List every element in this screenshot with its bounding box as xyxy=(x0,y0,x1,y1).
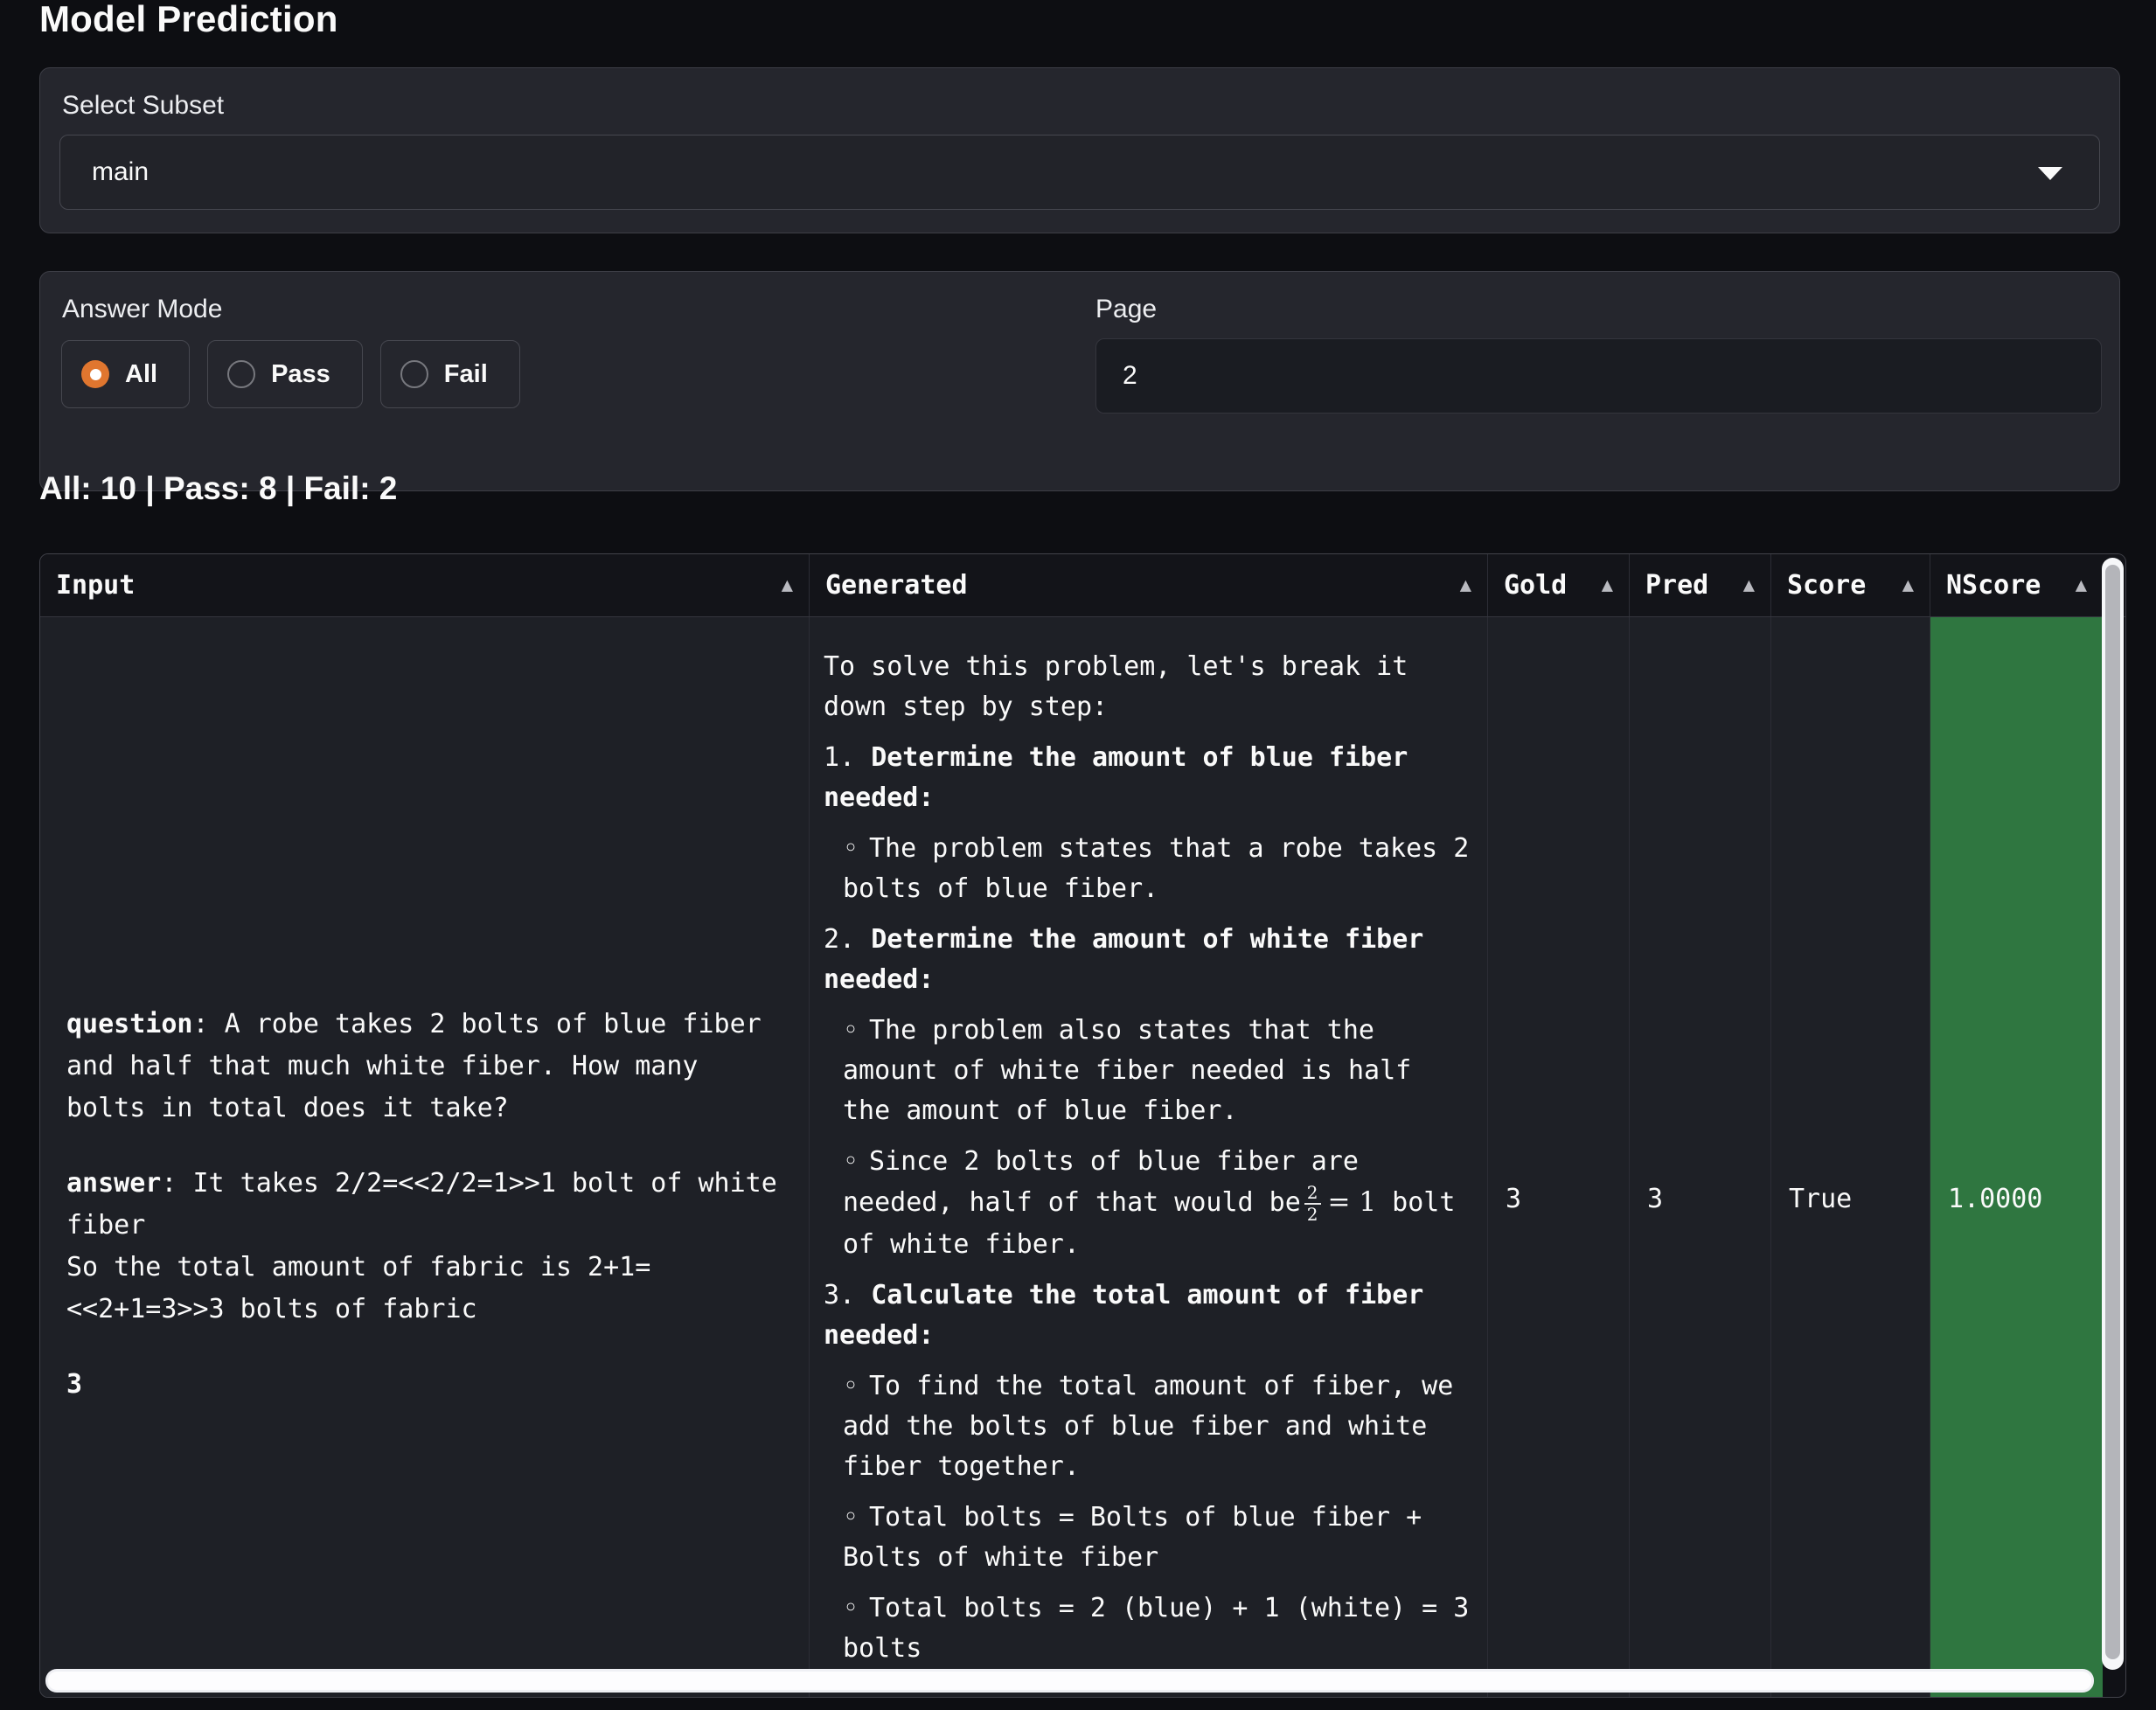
bullet-text: Since 2 bolts of blue fiber are needed, … xyxy=(843,1146,1359,1218)
column-header-gold-label: Gold xyxy=(1504,570,1567,601)
subset-panel: Select Subset main xyxy=(39,67,2120,233)
radio-pass-label: Pass xyxy=(271,360,330,389)
generated-step-1: 1. Determine the amount of blue fiber ne… xyxy=(824,738,1473,818)
table-header-row: Input ▲ Generated ▲ Gold ▲ Pred ▲ Score … xyxy=(40,554,2126,617)
math-fraction: 22= 1 xyxy=(1301,1187,1376,1218)
column-header-score-label: Score xyxy=(1787,570,1866,601)
fraction-numerator: 2 xyxy=(1304,1183,1321,1203)
sort-asc-icon: ▲ xyxy=(1602,574,1613,596)
gold-value: 3 xyxy=(1506,1184,1521,1214)
subset-select[interactable]: main xyxy=(59,135,2100,210)
sort-asc-icon: ▲ xyxy=(782,574,793,596)
radio-pass-circle xyxy=(227,360,255,388)
sort-asc-icon: ▲ xyxy=(1902,574,1914,596)
answer-line1: : It takes 2/2=<<2/2=1>>1 bolt of white … xyxy=(66,1168,777,1241)
chevron-down-icon xyxy=(2038,167,2062,180)
subset-label: Select Subset xyxy=(62,91,224,121)
page-input[interactable] xyxy=(1095,338,2102,414)
answer-mode-radio-group: All Pass Fail xyxy=(61,340,520,408)
input-text: question: A robe takes 2 bolts of blue f… xyxy=(66,1004,782,1406)
answer-line2: So the total amount of fabric is 2+1=<<2… xyxy=(66,1252,650,1324)
step-number: 3. xyxy=(824,1280,855,1310)
nscore-value: 1.0000 xyxy=(1948,1184,2042,1214)
subset-selected-value: main xyxy=(92,157,149,187)
column-header-nscore[interactable]: NScore ▲ xyxy=(1930,554,2103,616)
column-header-pred-label: Pred xyxy=(1645,570,1708,601)
sort-asc-icon: ▲ xyxy=(1460,574,1471,596)
answer-label: answer xyxy=(66,1168,161,1199)
vertical-scrollbar-thumb[interactable] xyxy=(2105,565,2120,1659)
step-number: 1. xyxy=(824,742,855,773)
bullet-text: Total bolts = 2 (blue) + 1 (white) = 3 b… xyxy=(843,1593,1469,1664)
generated-bullet: ◦Total bolts = 2 (blue) + 1 (white) = 3 … xyxy=(843,1588,1473,1669)
bullet-text: The problem also states that the amount … xyxy=(843,1015,1411,1126)
sort-asc-icon: ▲ xyxy=(1743,574,1755,596)
column-header-score[interactable]: Score ▲ xyxy=(1771,554,1930,616)
generated-bullet: ◦The problem states that a robe takes 2 … xyxy=(843,829,1473,909)
bullet-icon: ◦ xyxy=(843,1498,859,1538)
cell-nscore[interactable]: 1.0000 xyxy=(1930,617,2103,1697)
generated-intro: To solve this problem, let's break it do… xyxy=(824,647,1473,727)
horizontal-scrollbar-thumb[interactable] xyxy=(48,1672,2091,1690)
generated-bullet: ◦To find the total amount of fiber, we a… xyxy=(843,1366,1473,1487)
cell-pred[interactable]: 3 xyxy=(1630,617,1771,1697)
bullet-text: To find the total amount of fiber, we ad… xyxy=(843,1371,1453,1482)
gold-answer-value: 3 xyxy=(66,1369,82,1400)
column-header-input-label: Input xyxy=(56,570,135,601)
radio-fail-label: Fail xyxy=(444,360,488,389)
page-label: Page xyxy=(1095,295,1157,324)
column-header-generated-label: Generated xyxy=(825,570,968,601)
question-label: question xyxy=(66,1009,193,1039)
score-value: True xyxy=(1789,1184,1852,1214)
pred-value: 3 xyxy=(1647,1184,1663,1214)
radio-all-label: All xyxy=(125,360,157,389)
bullet-text: Total bolts = Bolts of blue fiber + Bolt… xyxy=(843,1502,1422,1573)
results-summary: All: 10 | Pass: 8 | Fail: 2 xyxy=(39,470,397,507)
generated-bullet-fraction: ◦Since 2 bolts of blue fiber are needed,… xyxy=(843,1142,1473,1265)
vertical-scrollbar[interactable] xyxy=(2102,558,2124,1670)
filters-panel: Answer Mode All Pass Fail Page xyxy=(39,271,2120,491)
column-header-nscore-label: NScore xyxy=(1946,570,2041,601)
generated-text: To solve this problem, let's break it do… xyxy=(824,647,1473,1679)
fraction-denominator: 2 xyxy=(1304,1203,1321,1225)
column-header-generated[interactable]: Generated ▲ xyxy=(810,554,1488,616)
cell-input[interactable]: question: A robe takes 2 bolts of blue f… xyxy=(40,617,810,1697)
step-title: Determine the amount of white fiber need… xyxy=(824,924,1423,995)
step-title: Calculate the total amount of fiber need… xyxy=(824,1280,1423,1351)
generated-bullet: ◦Total bolts = Bolts of blue fiber + Bol… xyxy=(843,1498,1473,1578)
horizontal-scrollbar[interactable] xyxy=(45,1669,2094,1693)
cell-gold[interactable]: 3 xyxy=(1488,617,1630,1697)
column-header-input[interactable]: Input ▲ xyxy=(40,554,810,616)
sort-asc-icon: ▲ xyxy=(2076,574,2087,596)
column-header-pred[interactable]: Pred ▲ xyxy=(1630,554,1771,616)
fraction-equals: = 1 xyxy=(1328,1186,1377,1218)
page-title: Model Prediction xyxy=(39,0,338,40)
bullet-text: The problem states that a robe takes 2 b… xyxy=(843,833,1469,904)
generated-step-3: 3. Calculate the total amount of fiber n… xyxy=(824,1276,1473,1356)
generated-step-2: 2. Determine the amount of white fiber n… xyxy=(824,920,1473,1000)
bullet-icon: ◦ xyxy=(843,1011,859,1051)
column-header-gold[interactable]: Gold ▲ xyxy=(1488,554,1630,616)
bullet-icon: ◦ xyxy=(843,1366,859,1407)
generated-bullet: ◦The problem also states that the amount… xyxy=(843,1011,1473,1131)
radio-all[interactable]: All xyxy=(61,340,190,408)
radio-fail-circle xyxy=(400,360,428,388)
bullet-icon: ◦ xyxy=(843,1142,859,1182)
cell-generated[interactable]: To solve this problem, let's break it do… xyxy=(810,617,1488,1697)
radio-all-circle xyxy=(81,360,109,388)
cell-score[interactable]: True xyxy=(1771,617,1930,1697)
bullet-icon: ◦ xyxy=(843,829,859,869)
answer-mode-label: Answer Mode xyxy=(62,295,222,324)
radio-fail[interactable]: Fail xyxy=(380,340,520,408)
bullet-icon: ◦ xyxy=(843,1588,859,1629)
step-number: 2. xyxy=(824,924,855,955)
predictions-table: Input ▲ Generated ▲ Gold ▲ Pred ▲ Score … xyxy=(39,553,2126,1698)
table-body: question: A robe takes 2 bolts of blue f… xyxy=(40,617,2103,1697)
step-title: Determine the amount of blue fiber neede… xyxy=(824,742,1408,813)
radio-pass[interactable]: Pass xyxy=(207,340,363,408)
